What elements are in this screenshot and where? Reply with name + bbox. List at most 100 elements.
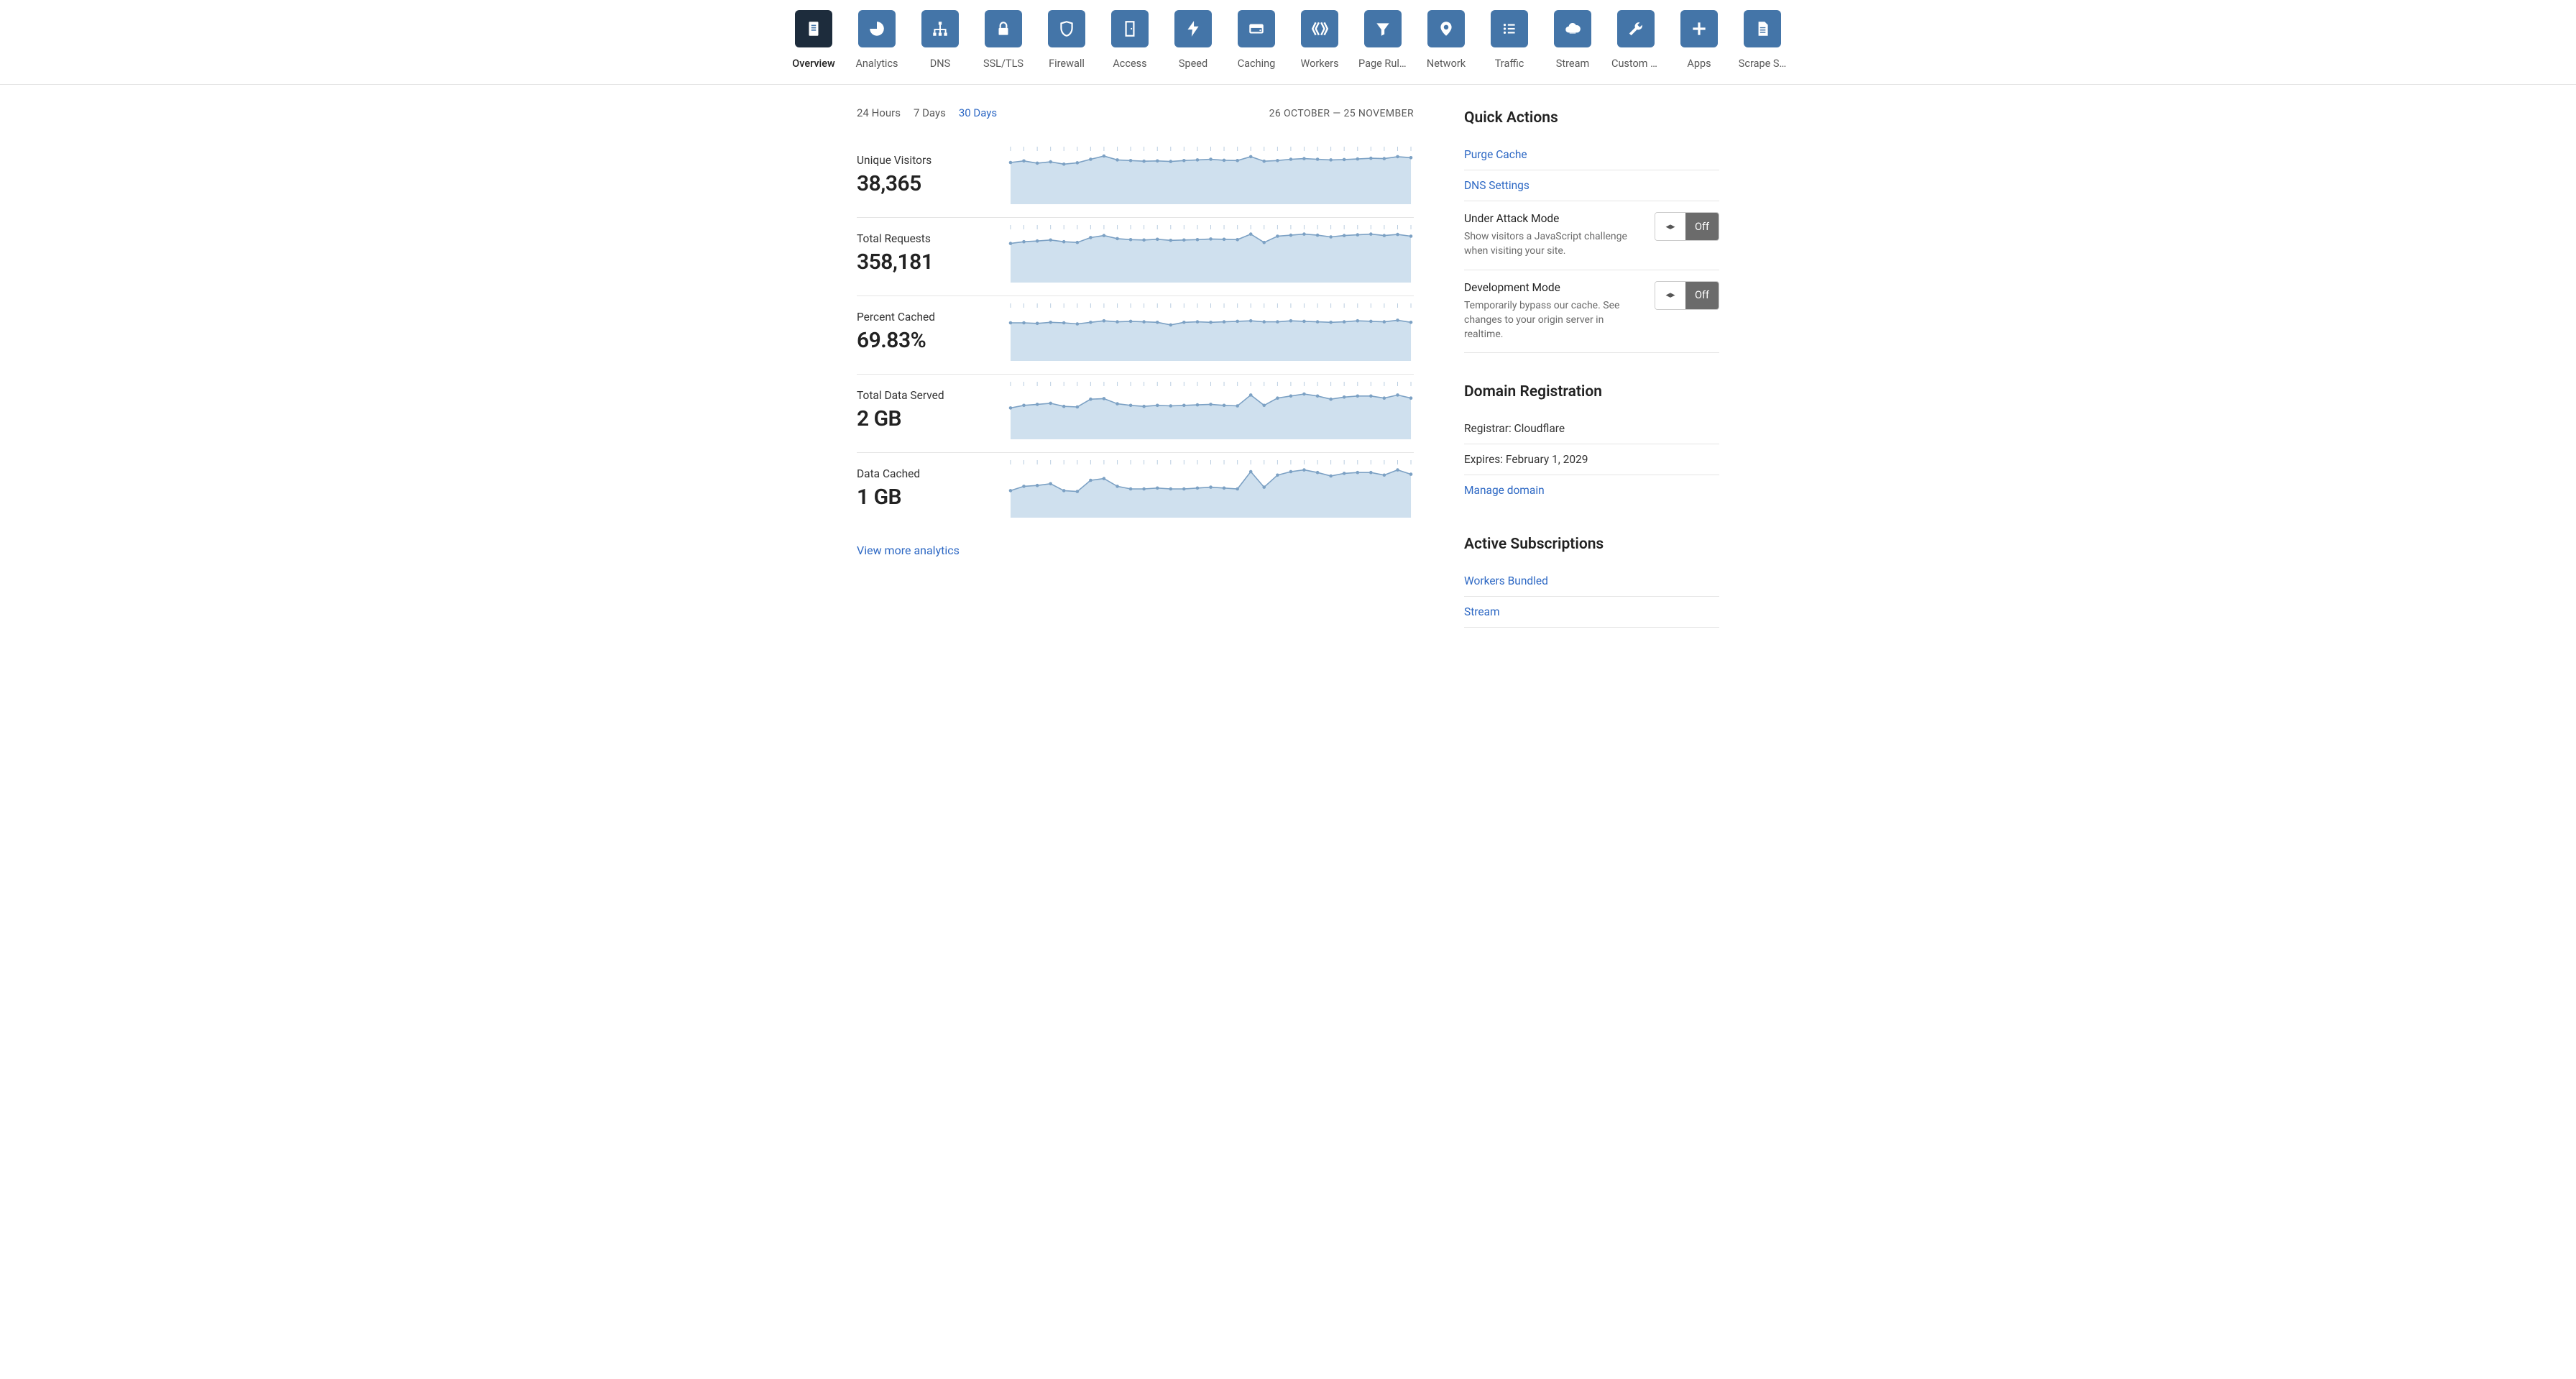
document-icon bbox=[795, 10, 832, 47]
nav-apps[interactable]: Apps bbox=[1675, 10, 1724, 70]
sparkline-percent-cached bbox=[1008, 303, 1414, 361]
sparkline-total-requests bbox=[1008, 225, 1414, 283]
toggle-switch[interactable]: ◂▸ Off bbox=[1655, 212, 1719, 241]
toggle-title: Development Mode bbox=[1464, 281, 1640, 294]
nav-ssl[interactable]: SSL/TLS bbox=[979, 10, 1028, 70]
nav-speed[interactable]: Speed bbox=[1169, 10, 1218, 70]
quick-action-link[interactable]: Purge Cache bbox=[1464, 139, 1719, 170]
network-icon bbox=[921, 10, 959, 47]
metric-label: Total Data Served bbox=[857, 389, 986, 402]
metric-label: Total Requests bbox=[857, 232, 986, 245]
drive-icon bbox=[1238, 10, 1275, 47]
metric-total-requests: Total Requests 358,181 bbox=[857, 218, 1414, 296]
toggle-desc: Show visitors a JavaScript challenge whe… bbox=[1464, 229, 1640, 259]
top-nav: Overview Analytics DNS SSL/TLS Firewall … bbox=[0, 0, 2576, 85]
metric-value: 69.83% bbox=[857, 328, 986, 353]
toggle-switch[interactable]: ◂▸ Off bbox=[1655, 281, 1719, 310]
registrar-label: Registrar: bbox=[1464, 422, 1514, 435]
metric-value: 38,365 bbox=[857, 171, 986, 196]
nav-network[interactable]: Network bbox=[1422, 10, 1471, 70]
toggle-row: Development Mode Temporarily bypass our … bbox=[1464, 270, 1719, 354]
subscription-link[interactable]: Workers Bundled bbox=[1464, 566, 1719, 597]
active-subscriptions-title: Active Subscriptions bbox=[1464, 536, 1719, 553]
page-icon bbox=[1744, 10, 1781, 47]
wrench-icon bbox=[1617, 10, 1655, 47]
metric-label: Unique Visitors bbox=[857, 154, 986, 167]
quick-actions-section: Quick Actions Purge CacheDNS Settings Un… bbox=[1464, 109, 1719, 353]
metric-value: 2 GB bbox=[857, 406, 986, 431]
arrows-icon: ◂▸ bbox=[1655, 213, 1685, 240]
lock-icon bbox=[985, 10, 1022, 47]
nav-label: Access bbox=[1113, 58, 1146, 70]
metric-label: Data Cached bbox=[857, 467, 986, 480]
nav-label: SSL/TLS bbox=[983, 58, 1024, 70]
registrar-value: Cloudflare bbox=[1514, 422, 1565, 435]
registrar-info: Registrar: Cloudflare bbox=[1464, 413, 1719, 444]
domain-registration-title: Domain Registration bbox=[1464, 383, 1719, 400]
workers-icon bbox=[1301, 10, 1338, 47]
cloud-icon bbox=[1554, 10, 1591, 47]
toggle-state: Off bbox=[1685, 213, 1719, 240]
pie-icon bbox=[858, 10, 896, 47]
plus-icon bbox=[1680, 10, 1718, 47]
nav-label: Speed bbox=[1179, 58, 1208, 70]
nav-pagerules[interactable]: Page Rules bbox=[1358, 10, 1407, 70]
expires-value: February 1, 2029 bbox=[1506, 453, 1588, 466]
nav-caching[interactable]: Caching bbox=[1232, 10, 1281, 70]
view-more-analytics-link[interactable]: View more analytics bbox=[857, 544, 960, 557]
nav-customp[interactable]: Custom P… bbox=[1611, 10, 1660, 70]
quick-action-link[interactable]: DNS Settings bbox=[1464, 170, 1719, 201]
date-range: 26 OCTOBER — 25 NOVEMBER bbox=[1269, 108, 1414, 119]
toggle-state: Off bbox=[1685, 282, 1719, 309]
pin-icon bbox=[1427, 10, 1465, 47]
nav-access[interactable]: Access bbox=[1105, 10, 1154, 70]
toggle-title: Under Attack Mode bbox=[1464, 212, 1640, 225]
shield-icon bbox=[1048, 10, 1085, 47]
nav-dns[interactable]: DNS bbox=[916, 10, 965, 70]
toggle-desc: Temporarily bypass our cache. See change… bbox=[1464, 298, 1640, 342]
nav-traffic[interactable]: Traffic bbox=[1485, 10, 1534, 70]
metric-total-data-served: Total Data Served 2 GB bbox=[857, 375, 1414, 453]
nav-scrape[interactable]: Scrape S… bbox=[1738, 10, 1787, 70]
timeframe-option[interactable]: 24 Hours bbox=[857, 106, 901, 119]
quick-actions-title: Quick Actions bbox=[1464, 109, 1719, 127]
expires-label: Expires: bbox=[1464, 453, 1506, 466]
metric-value: 358,181 bbox=[857, 249, 986, 275]
nav-label: Scrape S… bbox=[1739, 58, 1786, 70]
metric-percent-cached: Percent Cached 69.83% bbox=[857, 296, 1414, 375]
main-content: 24 Hours 7 Days 30 Days 26 OCTOBER — 25 NO… bbox=[857, 106, 1414, 628]
nav-label: Custom P… bbox=[1611, 58, 1660, 70]
timeframe-option[interactable]: 7 Days bbox=[914, 106, 946, 119]
metric-unique-visitors: Unique Visitors 38,365 bbox=[857, 139, 1414, 218]
nav-label: Page Rules bbox=[1358, 58, 1407, 70]
nav-workers[interactable]: Workers bbox=[1295, 10, 1344, 70]
nav-analytics[interactable]: Analytics bbox=[852, 10, 901, 70]
timeframe-option[interactable]: 30 Days bbox=[959, 106, 997, 119]
sparkline-total-data-served bbox=[1008, 382, 1414, 439]
nav-label: Overview bbox=[792, 58, 835, 70]
door-icon bbox=[1111, 10, 1149, 47]
sparkline-data-cached bbox=[1008, 460, 1414, 518]
nav-overview[interactable]: Overview bbox=[789, 10, 838, 70]
metric-label: Percent Cached bbox=[857, 311, 986, 324]
nav-label: Traffic bbox=[1495, 58, 1524, 70]
list-icon bbox=[1491, 10, 1528, 47]
timeframe-selector: 24 Hours 7 Days 30 Days bbox=[857, 106, 997, 119]
nav-label: Firewall bbox=[1049, 58, 1085, 70]
nav-firewall[interactable]: Firewall bbox=[1042, 10, 1091, 70]
nav-label: Network bbox=[1427, 58, 1466, 70]
arrows-icon: ◂▸ bbox=[1655, 282, 1685, 309]
subscription-link[interactable]: Stream bbox=[1464, 597, 1719, 628]
sparkline-unique-visitors bbox=[1008, 147, 1414, 204]
metric-value: 1 GB bbox=[857, 485, 986, 510]
nav-label: Caching bbox=[1238, 58, 1276, 70]
nav-label: DNS bbox=[930, 58, 950, 70]
nav-label: Analytics bbox=[855, 58, 898, 70]
bolt-icon bbox=[1174, 10, 1212, 47]
expires-info: Expires: February 1, 2029 bbox=[1464, 444, 1719, 475]
nav-label: Stream bbox=[1556, 58, 1589, 70]
metric-data-cached: Data Cached 1 GB bbox=[857, 453, 1414, 531]
domain-registration-section: Domain Registration Registrar: Cloudflar… bbox=[1464, 383, 1719, 505]
manage-domain-link[interactable]: Manage domain bbox=[1464, 475, 1719, 505]
nav-stream[interactable]: Stream bbox=[1548, 10, 1597, 70]
